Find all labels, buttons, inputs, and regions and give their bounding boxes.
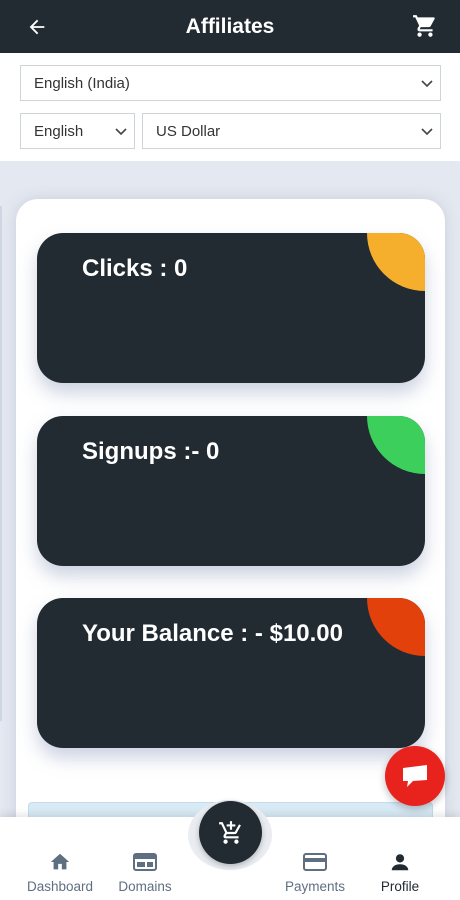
- cart-button[interactable]: [410, 11, 440, 41]
- app-header: Affiliates: [0, 0, 460, 53]
- nav-dashboard[interactable]: Dashboard: [22, 817, 98, 900]
- currency-select[interactable]: US Dollar: [142, 113, 441, 149]
- nav-dashboard-label: Dashboard: [26, 879, 94, 894]
- clicks-card: Clicks : 0: [37, 233, 425, 383]
- page-title: Affiliates: [185, 14, 275, 38]
- chevron-down-icon: [421, 128, 433, 136]
- back-button[interactable]: [22, 12, 52, 42]
- cart-icon: [413, 15, 435, 37]
- signups-card: Signups :- 0: [37, 416, 425, 566]
- language-select[interactable]: English: [20, 113, 135, 149]
- country-select-value: English (India): [34, 74, 130, 92]
- nav-profile-label: Profile: [380, 879, 420, 894]
- locale-selectors: English (India) English US Dollar: [0, 53, 460, 161]
- clicks-label: Clicks : 0: [82, 255, 188, 282]
- card-corner-accent: [367, 598, 425, 656]
- home-icon: [50, 853, 70, 870]
- nav-profile[interactable]: Profile: [372, 817, 428, 900]
- language-select-value: English: [34, 122, 84, 140]
- nav-domains-label: Domains: [118, 879, 172, 894]
- nav-payments-label: Payments: [284, 879, 346, 894]
- balance-label: Your Balance : - $10.00: [82, 620, 343, 647]
- chevron-down-icon: [115, 128, 127, 136]
- chat-button[interactable]: [385, 746, 445, 806]
- browser-window-icon: [133, 853, 157, 871]
- card-corner-accent: [367, 416, 425, 474]
- balance-card: Your Balance : - $10.00: [37, 598, 425, 748]
- country-select[interactable]: English (India): [20, 65, 441, 101]
- person-icon: [391, 854, 409, 871]
- currency-select-value: US Dollar: [156, 122, 221, 140]
- previous-panel-edge: [0, 206, 2, 721]
- add-to-cart-icon: [218, 820, 241, 844]
- card-corner-accent: [367, 233, 425, 291]
- chat-icon: [403, 765, 427, 787]
- arrow-left-icon: [29, 19, 45, 35]
- chevron-down-icon: [421, 80, 433, 88]
- credit-card-icon: [303, 853, 327, 871]
- nav-domains[interactable]: Domains: [112, 817, 178, 900]
- add-to-cart-button[interactable]: [199, 801, 262, 864]
- signups-label: Signups :- 0: [82, 438, 220, 465]
- nav-payments[interactable]: Payments: [279, 817, 351, 900]
